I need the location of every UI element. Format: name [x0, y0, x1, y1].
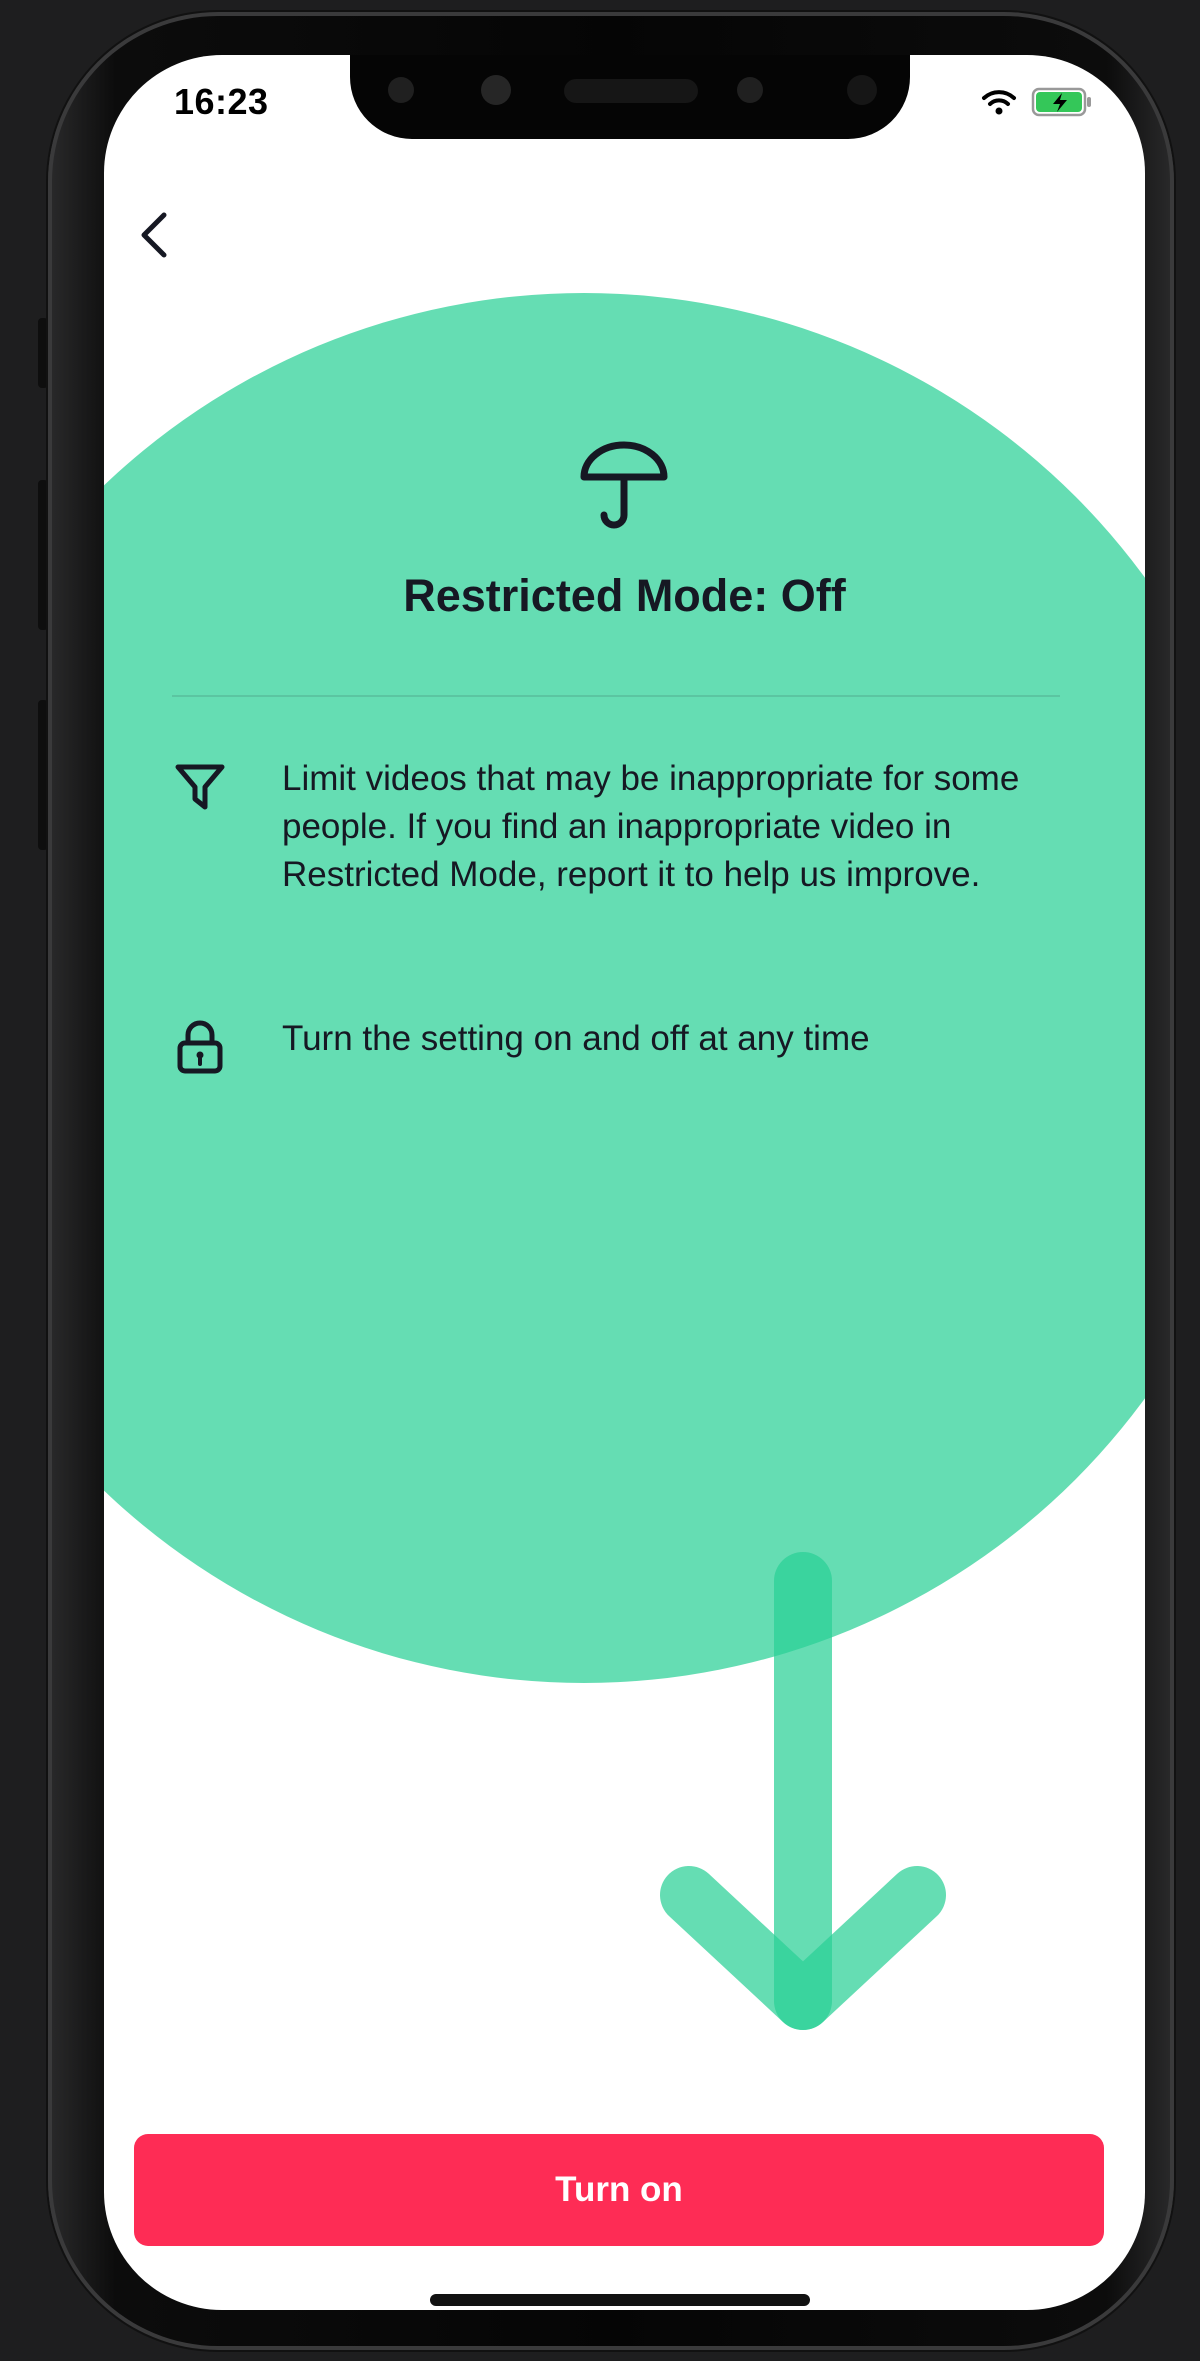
arrow-down-icon — [660, 1552, 946, 2030]
status-icons — [981, 85, 1093, 124]
wifi-icon — [981, 88, 1017, 121]
status-time: 16:23 — [174, 81, 269, 122]
camera-dot — [481, 75, 511, 105]
phone-screen: 16:23 Restricted Mode: Off Limit videos … — [104, 55, 1145, 2310]
feature-row-limit: Limit videos that may be inappropriate f… — [174, 755, 1094, 899]
proximity-sensor — [847, 75, 877, 105]
divider — [172, 695, 1060, 697]
home-indicator[interactable] — [430, 2294, 810, 2306]
feature-row-toggle: Turn the setting on and off at any time — [174, 1015, 1094, 1080]
volume-up-button — [38, 480, 48, 630]
lock-icon — [174, 1015, 282, 1080]
sensor-dot — [388, 77, 414, 103]
turn-on-button[interactable]: Turn on — [134, 2134, 1104, 2246]
mute-switch — [38, 318, 48, 388]
speaker-grille — [564, 79, 698, 103]
volume-down-button — [38, 700, 48, 850]
back-button[interactable] — [124, 195, 184, 275]
chevron-left-icon — [141, 212, 167, 258]
battery-charging-icon — [1031, 85, 1093, 124]
notch — [350, 55, 910, 139]
filter-icon — [174, 755, 282, 899]
umbrella-icon — [574, 435, 674, 540]
front-camera — [737, 77, 763, 103]
feature-text-limit: Limit videos that may be inappropriate f… — [282, 759, 1020, 894]
feature-text-toggle: Turn the setting on and off at any time — [282, 1019, 870, 1058]
page-title: Restricted Mode: Off — [403, 570, 846, 621]
